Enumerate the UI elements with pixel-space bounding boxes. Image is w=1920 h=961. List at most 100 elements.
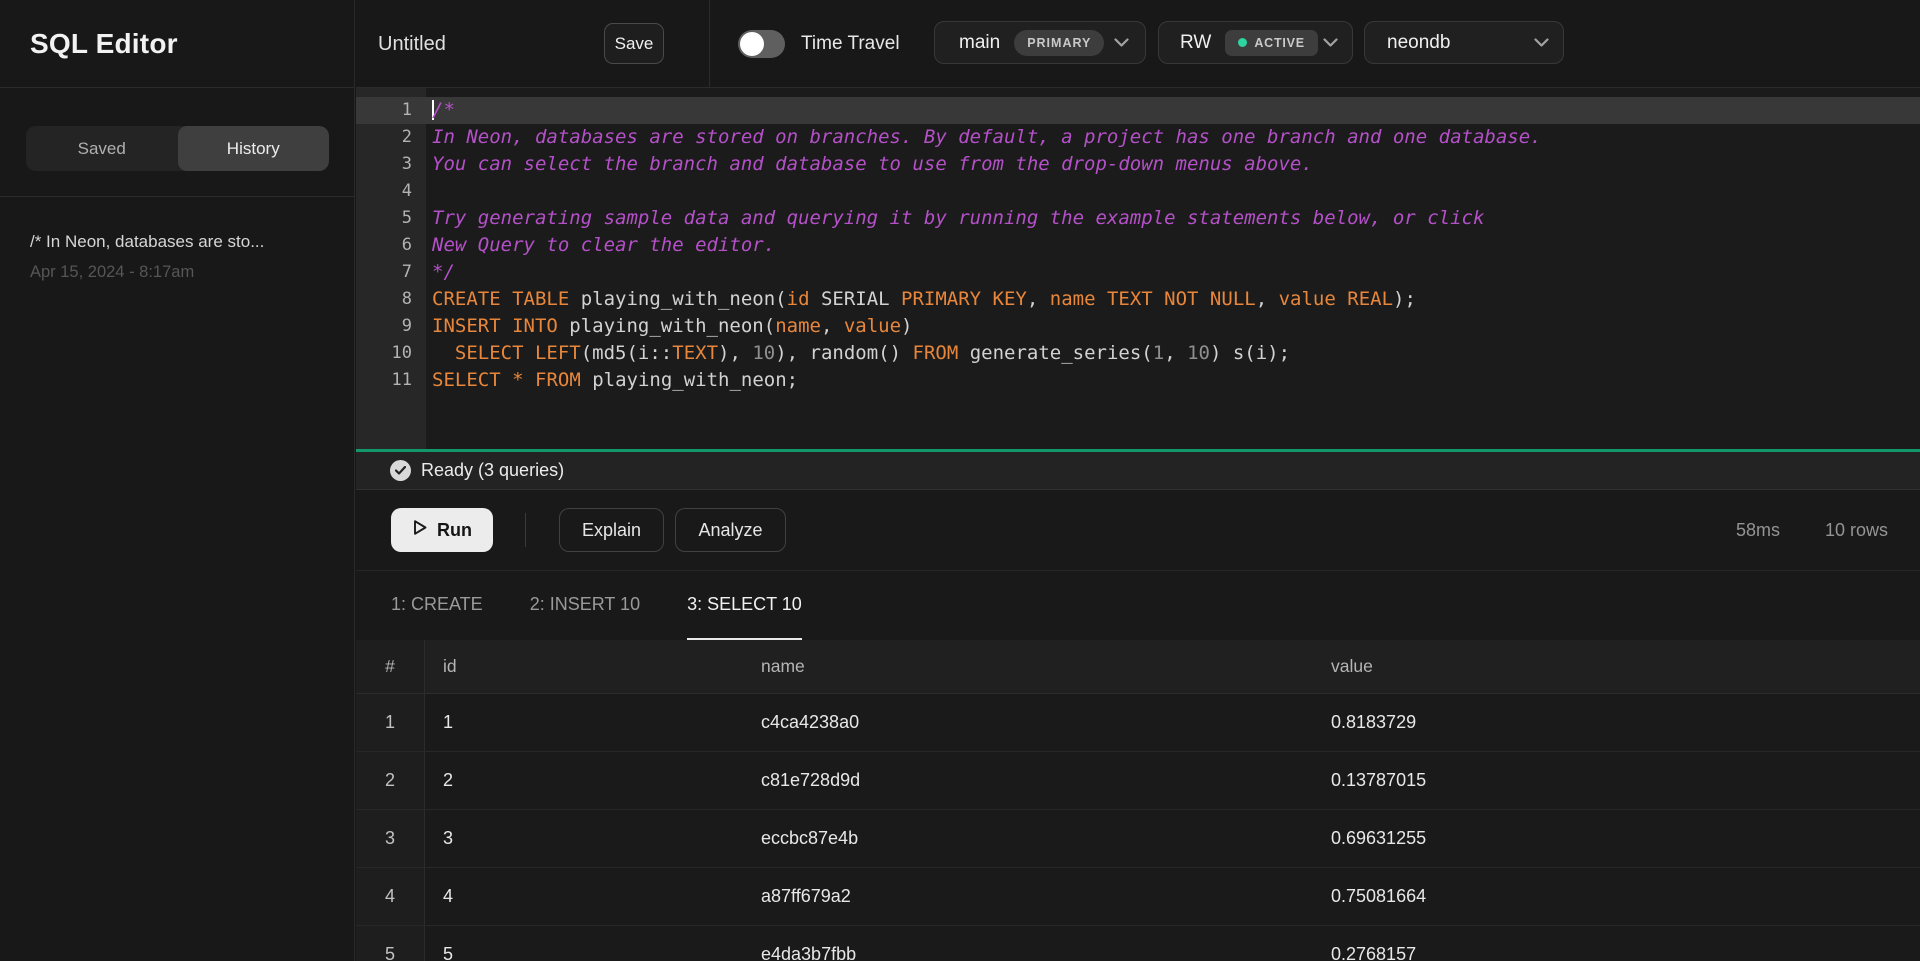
- code-token: ): [901, 315, 912, 337]
- table-cell: eccbc87e4b: [743, 810, 1313, 867]
- code-token: [1096, 288, 1107, 310]
- actions-divider: [525, 513, 526, 547]
- editor-line: 9INSERT INTO playing_with_neon(name, val…: [356, 313, 1920, 340]
- save-button[interactable]: Save: [604, 23, 664, 64]
- code-token: [501, 369, 512, 391]
- table-header-row: #idnamevalue: [356, 640, 1920, 694]
- sidebar-tab-history[interactable]: History: [178, 126, 330, 171]
- line-number: 5: [356, 205, 426, 232]
- result-tab-3-select-10[interactable]: 3: SELECT 10: [687, 571, 802, 640]
- compute-dropdown[interactable]: RW ACTIVE: [1158, 21, 1353, 64]
- table-row[interactable]: 44a87ff679a20.75081664: [356, 868, 1920, 926]
- table-row[interactable]: 22c81e728d9d0.13787015: [356, 752, 1920, 810]
- compute-status-text: ACTIVE: [1254, 36, 1305, 50]
- code-token: Try generating sample data and querying …: [432, 207, 1484, 229]
- code-token: [524, 369, 535, 391]
- table-row[interactable]: 55e4da3b7fbb0.2768157: [356, 926, 1920, 961]
- result-tab-2-insert-10[interactable]: 2: INSERT 10: [530, 571, 640, 640]
- database-name: neondb: [1387, 32, 1450, 54]
- editor-line: 2In Neon, databases are stored on branch…: [356, 124, 1920, 151]
- table-cell: e4da3b7fbb: [743, 926, 1313, 961]
- code-token: /*: [432, 99, 455, 121]
- code-token: ),: [718, 342, 752, 364]
- code-token: name: [775, 315, 821, 337]
- query-status-bar: Ready (3 queries): [356, 452, 1920, 490]
- run-button[interactable]: Run: [391, 508, 493, 552]
- editor-lines: 1 /* 2In Neon, databases are stored on bra…: [356, 88, 1920, 394]
- editor-line: 8CREATE TABLE playing_with_neon(id SERIA…: [356, 286, 1920, 313]
- topbar-divider: [709, 0, 710, 88]
- line-code: You can select the branch and database t…: [426, 151, 1313, 178]
- code-token: ,: [821, 315, 844, 337]
- table-row[interactable]: 11c4ca4238a00.8183729: [356, 694, 1920, 752]
- page-title: SQL Editor: [30, 28, 178, 60]
- code-token: ), random(): [775, 342, 912, 364]
- result-tabs: 1: CREATE 2: INSERT 10 3: SELECT 10: [356, 570, 1920, 640]
- line-code: INSERT INTO playing_with_neon(name, valu…: [426, 313, 913, 340]
- code-token: playing_with_neon;: [581, 369, 798, 391]
- code-token: *: [512, 369, 523, 391]
- line-number: 11: [356, 367, 426, 394]
- code-token: ,: [1256, 288, 1279, 310]
- explain-button[interactable]: Explain: [559, 508, 664, 552]
- chevron-down-icon: [1114, 38, 1129, 47]
- table-cell: 4: [356, 868, 425, 925]
- sidebar-tab-saved[interactable]: Saved: [26, 126, 178, 171]
- code-token: (md5(i::: [581, 342, 673, 364]
- code-token: [432, 342, 455, 364]
- table-cell: a87ff679a2: [743, 868, 1313, 925]
- history-list-item[interactable]: /* In Neon, databases are sto...Apr 15, …: [30, 231, 324, 282]
- compute-status-badge: ACTIVE: [1225, 30, 1318, 56]
- sidebar-tabs-wrap: SavedHistory: [0, 88, 354, 197]
- code-editor[interactable]: 1 /* 2In Neon, databases are stored on bra…: [356, 88, 1920, 449]
- active-status-dot-icon: [1238, 38, 1247, 47]
- query-title: Untitled: [378, 0, 446, 88]
- result-tab-1-create[interactable]: 1: CREATE: [391, 571, 483, 640]
- code-token: TEXT: [672, 342, 718, 364]
- editor-line: 6 New Query to clear the editor.: [356, 232, 1920, 259]
- line-number: 7: [356, 259, 426, 286]
- column-header-row-number: #: [356, 640, 425, 693]
- chevron-down-icon: [1323, 38, 1338, 47]
- code-token: SELECT LEFT: [455, 342, 581, 364]
- line-number: 1: [356, 97, 426, 124]
- analyze-button[interactable]: Analyze: [675, 508, 786, 552]
- run-button-label: Run: [437, 520, 472, 541]
- code-token: In Neon, databases are stored on branche…: [432, 126, 1542, 148]
- branch-primary-badge: PRIMARY: [1014, 30, 1104, 56]
- code-token: );: [1393, 288, 1416, 310]
- code-token: SERIAL: [810, 288, 902, 310]
- chevron-down-icon: [1534, 38, 1549, 47]
- code-token: You can select the branch and database t…: [432, 153, 1313, 175]
- line-number: 8: [356, 286, 426, 313]
- line-number: 9: [356, 313, 426, 340]
- line-code: Try generating sample data and querying …: [426, 205, 1484, 232]
- branch-dropdown[interactable]: main PRIMARY: [934, 21, 1146, 64]
- table-cell: 4: [425, 868, 743, 925]
- sql-editor-app: SQL Editor SavedHistory /* In Neon, data…: [0, 0, 1920, 961]
- code-token: ) s(i);: [1210, 342, 1290, 364]
- code-token: ,: [1164, 342, 1187, 364]
- line-code: SELECT * FROM playing_with_neon;: [426, 367, 798, 394]
- table-row[interactable]: 33eccbc87e4b0.69631255: [356, 810, 1920, 868]
- time-travel-toggle[interactable]: [738, 30, 785, 58]
- line-code: CREATE TABLE playing_with_neon(id SERIAL…: [426, 286, 1416, 313]
- toggle-knob-icon: [740, 32, 764, 56]
- history-item-snippet: /* In Neon, databases are sto...: [30, 231, 324, 253]
- table-cell: 0.8183729: [1313, 694, 1920, 751]
- line-code: SELECT LEFT(md5(i::TEXT), 10), random() …: [426, 340, 1290, 367]
- table-cell: 1: [425, 694, 743, 751]
- code-token: value: [844, 315, 901, 337]
- table-cell: 2: [356, 752, 425, 809]
- line-number: 6: [356, 232, 426, 259]
- database-dropdown[interactable]: neondb: [1364, 21, 1564, 64]
- editor-line: 10 SELECT LEFT(md5(i::TEXT), 10), random…: [356, 340, 1920, 367]
- line-code: /*: [426, 97, 455, 124]
- editor-line: 7 */: [356, 259, 1920, 286]
- code-token: TEXT NOT NULL: [1107, 288, 1256, 310]
- code-token: */: [432, 261, 455, 283]
- code-token: New Query to clear the editor.: [432, 234, 775, 256]
- column-header-id: id: [425, 640, 743, 693]
- line-code: In Neon, databases are stored on branche…: [426, 124, 1542, 151]
- table-cell: c4ca4238a0: [743, 694, 1313, 751]
